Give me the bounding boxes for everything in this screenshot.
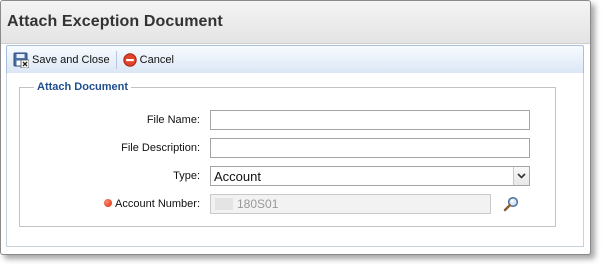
file-name-label: File Name:: [146, 114, 200, 126]
dialog-title: Attach Exception Document: [7, 13, 223, 30]
file-name-input[interactable]: [210, 110, 530, 130]
file-description-label: File Description:: [121, 142, 200, 154]
cancel-icon: [122, 52, 137, 67]
account-number-label: Account Number:: [115, 198, 200, 210]
type-select[interactable]: Account: [210, 166, 530, 186]
toolbar: Save and Close Cancel: [6, 45, 584, 74]
account-number-label-wrap: Account Number:: [20, 198, 210, 210]
file-description-input[interactable]: [210, 138, 530, 158]
title-bar: Attach Exception Document: [1, 1, 590, 44]
account-lookup-button[interactable]: [503, 196, 519, 212]
attach-document-group: Attach Document File Name: File Descript…: [19, 81, 556, 227]
save-close-icon: [13, 52, 29, 68]
account-number-row: Account Number: 180S01: [20, 193, 519, 215]
file-name-row: File Name:: [20, 109, 530, 131]
file-description-row: File Description:: [20, 137, 530, 159]
form-panel: Attach Document File Name: File Descript…: [6, 73, 584, 247]
required-dot-icon: [104, 199, 113, 207]
redacted-block: [215, 198, 233, 210]
save-and-close-button[interactable]: Save and Close: [7, 49, 116, 71]
account-number-value: 180S01: [237, 197, 279, 211]
chevron-down-icon: [517, 173, 526, 179]
save-and-close-label: Save and Close: [32, 53, 110, 66]
cancel-label: Cancel: [139, 53, 174, 66]
dialog-window: Attach Exception Document Save and Close…: [0, 0, 591, 255]
type-row: Type: Account: [20, 165, 530, 187]
type-label: Type:: [173, 170, 200, 182]
dropdown-button[interactable]: [513, 167, 529, 185]
group-title: Attach Document: [37, 81, 129, 93]
cancel-button[interactable]: Cancel: [117, 49, 180, 71]
type-selected-value: Account: [214, 168, 261, 184]
account-number-field: 180S01: [210, 194, 491, 214]
magnifier-icon: [503, 196, 519, 212]
